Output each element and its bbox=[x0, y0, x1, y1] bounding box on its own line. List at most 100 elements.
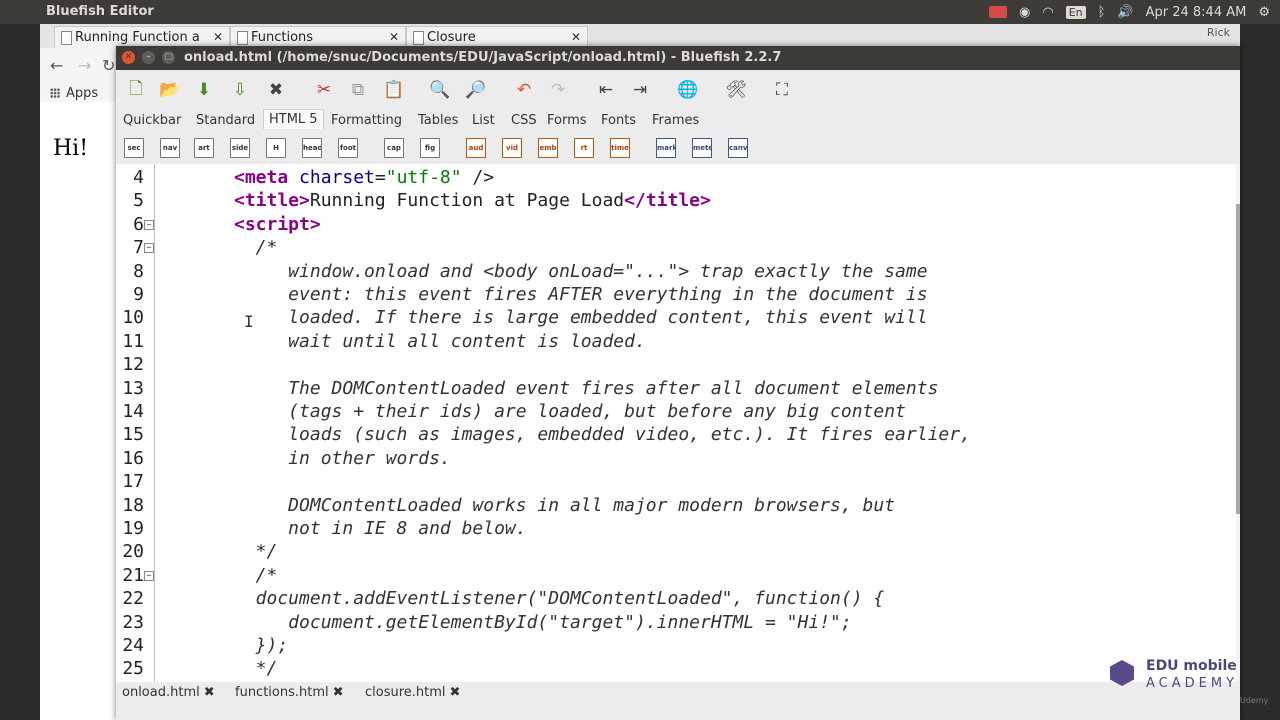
video-button[interactable]: vid bbox=[502, 138, 522, 158]
time-button[interactable]: time bbox=[610, 138, 630, 158]
volume-icon[interactable]: 🔊 bbox=[1117, 5, 1133, 20]
header-button[interactable]: head bbox=[302, 138, 322, 158]
minimize-icon[interactable]: – bbox=[142, 51, 155, 64]
record-icon[interactable] bbox=[989, 6, 1007, 18]
close-icon[interactable]: ✕ bbox=[389, 30, 399, 44]
close-icon[interactable]: ✖ bbox=[333, 685, 344, 700]
indent-icon[interactable]: ⇥ bbox=[628, 78, 652, 102]
find-icon[interactable]: 🔍 bbox=[428, 78, 452, 102]
tab-formatting[interactable]: Formatting bbox=[326, 111, 407, 130]
ruby-button[interactable]: rt bbox=[574, 138, 594, 158]
code-token: document.getElementById("target").innerH… bbox=[234, 611, 852, 633]
undo-icon[interactable]: ↶ bbox=[512, 78, 536, 102]
find-replace-icon[interactable]: 🔎 bbox=[464, 78, 488, 102]
close-file-icon[interactable]: ✖ bbox=[264, 78, 288, 102]
footer-button[interactable]: foot bbox=[338, 138, 358, 158]
fold-toggle-icon[interactable]: − bbox=[144, 243, 154, 254]
forward-icon[interactable]: → bbox=[78, 56, 91, 75]
tab-html5[interactable]: HTML 5 bbox=[263, 109, 324, 129]
bluetooth-icon[interactable]: ᛒ bbox=[1098, 5, 1106, 20]
document-tab[interactable]: closure.html ✖ bbox=[365, 685, 460, 700]
apps-bookmark[interactable]: Apps bbox=[50, 86, 98, 101]
aside-button[interactable]: side bbox=[230, 138, 250, 158]
watermark-line2: ACADEMY bbox=[1146, 676, 1239, 691]
article-button[interactable]: art bbox=[194, 138, 214, 158]
chrome-icon[interactable]: ◉ bbox=[1019, 5, 1030, 20]
redo-icon[interactable]: ↷ bbox=[546, 78, 570, 102]
document-tab[interactable]: onload.html ✖ bbox=[122, 685, 215, 700]
tab-list[interactable]: List bbox=[467, 111, 500, 130]
save-icon[interactable]: ⬇ bbox=[192, 78, 216, 102]
line-number: 16 bbox=[122, 447, 144, 469]
audio-button[interactable]: aud bbox=[466, 138, 486, 158]
line-number: 18 bbox=[122, 494, 144, 516]
preview-browser-icon[interactable]: 🌐 bbox=[676, 78, 700, 102]
line-number: 11 bbox=[122, 330, 144, 352]
code-editor[interactable]: 4 <meta charset="utf-8" /> 5 <title>Running… bbox=[116, 164, 1236, 682]
scrollbar-thumb[interactable] bbox=[1236, 204, 1240, 514]
section-button[interactable]: sec bbox=[124, 138, 144, 158]
embed-button[interactable]: emb bbox=[538, 138, 558, 158]
maximize-icon[interactable]: □ bbox=[162, 51, 175, 64]
code-token: charset bbox=[299, 167, 375, 188]
back-icon[interactable]: ← bbox=[50, 56, 63, 75]
open-file-icon[interactable]: 📂 bbox=[158, 78, 182, 102]
gear-icon[interactable]: ⚙ bbox=[1258, 5, 1270, 20]
meter-button[interactable]: meter bbox=[692, 138, 712, 158]
code-line: loads (such as images, embedded video, e… bbox=[234, 424, 971, 445]
nav-button[interactable]: nav bbox=[160, 138, 180, 158]
tab-quickbar[interactable]: Quickbar bbox=[118, 111, 186, 130]
fold-toggle-icon[interactable]: − bbox=[144, 219, 154, 230]
document-tab[interactable]: functions.html ✖ bbox=[235, 685, 344, 700]
code-token: = bbox=[374, 167, 386, 188]
document-tab-label: closure.html bbox=[365, 685, 446, 700]
copy-icon[interactable]: ⧉ bbox=[346, 78, 370, 102]
preferences-icon[interactable]: 🛠 bbox=[724, 78, 748, 102]
close-icon[interactable]: ✖ bbox=[450, 685, 461, 700]
code-token: */ bbox=[234, 541, 278, 563]
fold-toggle-icon[interactable]: − bbox=[144, 570, 154, 581]
wifi-icon[interactable]: ◠ bbox=[1042, 5, 1053, 20]
close-icon[interactable]: ✕ bbox=[571, 30, 581, 44]
mark-button[interactable]: mark bbox=[656, 138, 676, 158]
reload-icon[interactable]: ↻ bbox=[102, 56, 115, 75]
line-number: 8 bbox=[133, 260, 144, 282]
fold-column bbox=[154, 164, 155, 682]
close-window-icon[interactable]: ✕ bbox=[122, 51, 135, 64]
editor-window: ✕ – □ onload.html (/home/snuc/Documents/… bbox=[116, 46, 1240, 720]
code-line: window.onload and <body onLoad="..."> tr… bbox=[234, 261, 927, 282]
canvas-button[interactable]: canv bbox=[728, 138, 748, 158]
tab-fonts[interactable]: Fonts bbox=[596, 111, 641, 130]
line-number: 5 bbox=[133, 190, 144, 212]
tab-frames[interactable]: Frames bbox=[647, 111, 704, 130]
watermark-line1: EDU mobile bbox=[1146, 658, 1237, 674]
hgroup-button[interactable]: H bbox=[266, 138, 286, 158]
tab-forms[interactable]: Forms bbox=[542, 111, 592, 130]
keyboard-layout[interactable]: En bbox=[1065, 5, 1086, 19]
new-file-icon[interactable]: 🗋 bbox=[124, 78, 148, 102]
browser-tab-label: Running Function a bbox=[75, 30, 200, 45]
tab-standard[interactable]: Standard bbox=[191, 111, 260, 130]
line-number: 24 bbox=[122, 635, 144, 656]
vertical-scrollbar[interactable] bbox=[1236, 164, 1240, 682]
save-as-icon[interactable]: ⇩ bbox=[228, 78, 252, 102]
figure-button[interactable]: fig bbox=[420, 138, 440, 158]
profile-name[interactable]: Rick bbox=[1207, 26, 1230, 39]
line-number: 4 bbox=[133, 167, 144, 188]
unindent-icon[interactable]: ⇤ bbox=[594, 78, 618, 102]
code-token: /> bbox=[461, 167, 495, 188]
fullscreen-icon[interactable]: ⛶ bbox=[770, 78, 794, 102]
close-icon[interactable]: ✕ bbox=[213, 30, 223, 44]
cut-icon[interactable]: ✂ bbox=[312, 78, 336, 102]
tab-tables[interactable]: Tables bbox=[413, 111, 463, 130]
clock[interactable]: Apr 24 8:44 AM bbox=[1146, 5, 1247, 20]
figcaption-button[interactable]: cap bbox=[384, 138, 404, 158]
browser-tab-label: Functions bbox=[251, 30, 314, 45]
line-number: 9 bbox=[133, 284, 144, 305]
close-icon[interactable]: ✖ bbox=[204, 685, 215, 700]
watermark-line3: Udemy bbox=[1240, 696, 1269, 705]
tab-css[interactable]: CSS bbox=[506, 111, 542, 130]
code-line: (tags + their ids) are loaded, but befor… bbox=[234, 401, 906, 422]
paste-icon[interactable]: 📋 bbox=[382, 78, 406, 102]
apps-label: Apps bbox=[66, 86, 99, 101]
